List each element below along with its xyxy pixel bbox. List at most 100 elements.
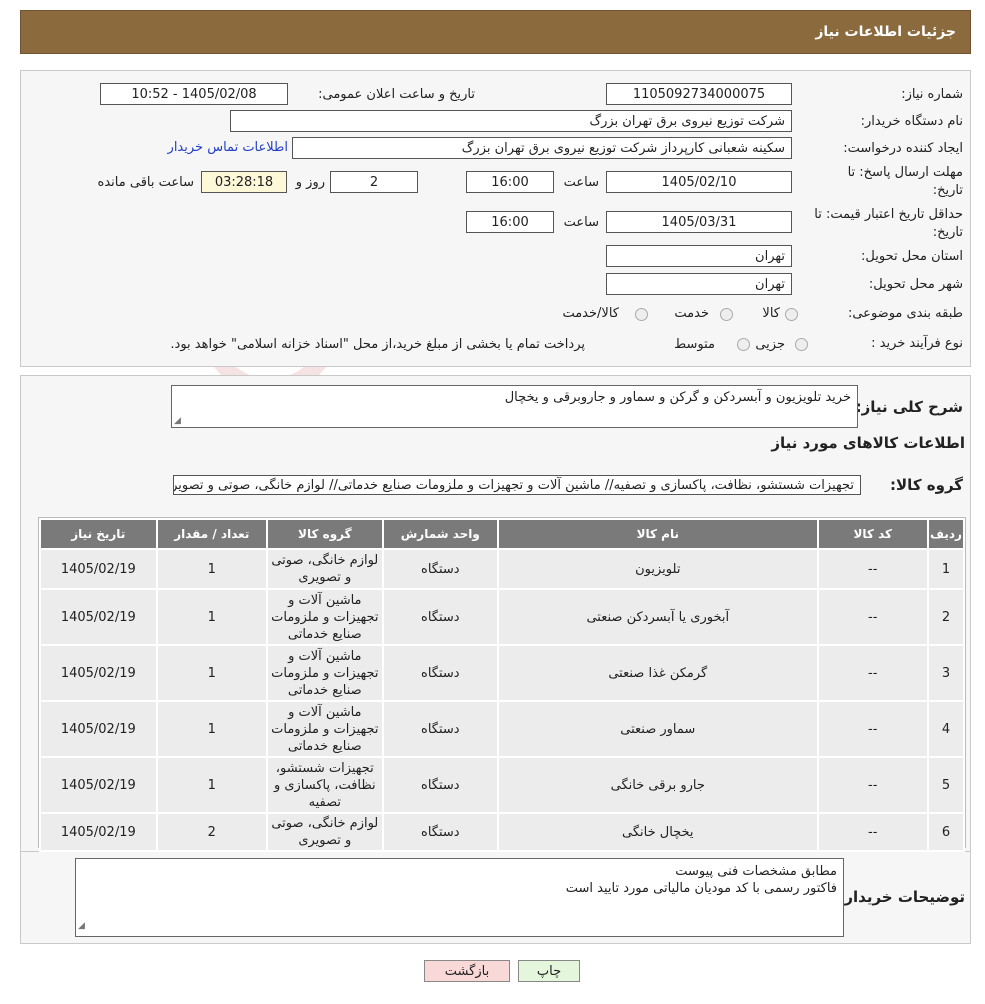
deadline-time-field: 16:00 [466, 171, 554, 193]
item-name: جارو برقی خانگی [499, 758, 817, 812]
price-validity-label-date: تاریخ: [932, 225, 963, 240]
table-row: 4 -- سماور صنعتی دستگاه ماشین آلات و تجه… [41, 702, 963, 756]
item-name: سماور صنعتی [499, 702, 817, 756]
buyer-org-field: شرکت توزیع نیروی برق تهران بزرگ [230, 110, 792, 132]
buyer-notes-textarea[interactable]: مطابق مشخصات فنی پیوست فاکتور رسمی با کد… [75, 858, 844, 937]
city-label: شهر محل تحویل: [868, 277, 963, 292]
row-number: 2 [928, 590, 963, 644]
goods-info-title: اطلاعات کالاهای مورد نیاز [771, 434, 965, 452]
validity-date-field: 1405/03/31 [606, 211, 792, 233]
item-unit: دستگاه [383, 646, 498, 700]
item-name: گرمکن غذا صنعتی [499, 646, 817, 700]
goods-group-field: تجهیزات شستشو، نظافت، پاکسازی و تصفیه// … [173, 475, 861, 495]
col-unit-header: واحد شمارش [383, 520, 498, 548]
table-row: 1 -- تلویزیون دستگاه لوازم خانگی، صوتی و… [41, 550, 963, 588]
item-unit: دستگاه [383, 550, 498, 588]
item-unit: دستگاه [383, 702, 498, 756]
item-code: -- [818, 590, 927, 644]
table-row: 2 -- آبخوری یا آبسردکن صنعتی دستگاه ماشی… [41, 590, 963, 644]
announce-label: تاریخ و ساعت اعلان عمومی: [318, 87, 475, 102]
back-button[interactable]: بازگشت [424, 960, 510, 982]
buyer-contact-link[interactable]: اطلاعات تماس خریدار [168, 140, 288, 155]
col-date-header: تاریخ نیاز [41, 520, 156, 548]
col-group-header: گروه کالا [268, 520, 382, 548]
item-group: لوازم خانگی، صوتی و تصویری [268, 550, 382, 588]
summary-label: شرح کلی نیاز: [855, 398, 963, 416]
summary-text: خرید تلویزیون و آبسردکن و گرکن و سماور و… [504, 390, 851, 405]
buyer-notes-line-2: فاکتور رسمی با کد مودیان مالیاتی مورد تا… [565, 881, 837, 896]
item-need-date: 1405/02/19 [41, 646, 156, 700]
item-group: ماشین آلات و تجهیزات و ملزومات صنایع خدم… [268, 702, 382, 756]
item-need-date: 1405/02/19 [41, 814, 156, 850]
process-medium-radio[interactable] [737, 338, 750, 351]
remaining-time-label: ساعت باقی مانده [97, 175, 194, 190]
item-code: -- [818, 646, 927, 700]
item-group: لوازم خانگی، صوتی و تصویری [268, 814, 382, 850]
category-service-label: خدمت [674, 306, 709, 321]
category-goods-service-radio[interactable] [635, 308, 648, 321]
announce-datetime-field: 1405/02/08 - 10:52 [100, 83, 288, 105]
process-minor-radio[interactable] [795, 338, 808, 351]
row-number: 5 [928, 758, 963, 812]
process-minor-label: جزیی [755, 337, 785, 352]
row-number: 4 [928, 702, 963, 756]
category-service-radio[interactable] [720, 308, 733, 321]
print-button[interactable]: چاپ [518, 960, 580, 982]
province-field: تهران [606, 245, 792, 267]
item-group: تجهیزات شستشو، نظافت، پاکسازی و تصفیه [268, 758, 382, 812]
col-qty-header: تعداد / مقدار [157, 520, 267, 548]
remaining-time-field: 03:28:18 [201, 171, 287, 193]
buyer-org-label: نام دستگاه خریدار: [860, 114, 963, 129]
resize-grip-icon[interactable]: ◢ [174, 416, 181, 426]
items-table-wrapper: ردیف کد کالا نام کالا واحد شمارش گروه کا… [38, 517, 966, 852]
process-medium-label: متوسط [674, 337, 715, 352]
buyer-notes-label: توضیحات خریدار: [838, 888, 965, 906]
item-group: ماشین آلات و تجهیزات و ملزومات صنایع خدم… [268, 646, 382, 700]
items-table: ردیف کد کالا نام کالا واحد شمارش گروه کا… [39, 518, 965, 852]
deadline-time-label: ساعت [563, 175, 599, 190]
item-name: تلویزیون [499, 550, 817, 588]
table-header-row: ردیف کد کالا نام کالا واحد شمارش گروه کا… [41, 520, 963, 548]
col-name-header: نام کالا [499, 520, 817, 548]
category-goods-service-label: کالا/خدمت [562, 306, 619, 321]
page-header: جزئیات اطلاعات نیاز [20, 10, 971, 54]
item-unit: دستگاه [383, 590, 498, 644]
item-name: آبخوری یا آبسردکن صنعتی [499, 590, 817, 644]
category-goods-radio[interactable] [785, 308, 798, 321]
deadline-label: مهلت ارسال پاسخ: تا [847, 165, 963, 180]
item-need-date: 1405/02/19 [41, 550, 156, 588]
item-quantity: 1 [157, 646, 267, 700]
item-quantity: 1 [157, 702, 267, 756]
row-number: 6 [928, 814, 963, 850]
table-row: 5 -- جارو برقی خانگی دستگاه تجهیزات شستش… [41, 758, 963, 812]
price-validity-label: حداقل تاریخ اعتبار قیمت: تا [814, 207, 963, 222]
item-unit: دستگاه [383, 758, 498, 812]
item-quantity: 2 [157, 814, 267, 850]
creator-field: سکینه شعبانی کارپرداز شرکت توزیع نیروی ب… [292, 137, 792, 159]
page-title: جزئیات اطلاعات نیاز [815, 24, 956, 40]
item-code: -- [818, 758, 927, 812]
buyer-notes-line-1: مطابق مشخصات فنی پیوست [675, 864, 837, 879]
item-need-date: 1405/02/19 [41, 702, 156, 756]
resize-grip-icon[interactable]: ◢ [78, 918, 85, 935]
item-quantity: 1 [157, 758, 267, 812]
city-field: تهران [606, 273, 792, 295]
item-need-date: 1405/02/19 [41, 590, 156, 644]
need-number-label: شماره نیاز: [901, 87, 963, 102]
need-number-field: 1105092734000075 [606, 83, 792, 105]
item-code: -- [818, 702, 927, 756]
process-treasury-note: پرداخت تمام یا بخشی از مبلغ خرید،از محل … [170, 337, 585, 352]
category-label: طبقه بندی موضوعی: [847, 306, 963, 321]
item-code: -- [818, 550, 927, 588]
creator-label: ایجاد کننده درخواست: [843, 141, 963, 156]
item-unit: دستگاه [383, 814, 498, 850]
deadline-date-field: 1405/02/10 [606, 171, 792, 193]
days-label: روز و [295, 175, 325, 190]
summary-textarea[interactable]: خرید تلویزیون و آبسردکن و گرکن و سماور و… [171, 385, 858, 428]
item-name: یخچال خانگی [499, 814, 817, 850]
item-quantity: 1 [157, 550, 267, 588]
item-quantity: 1 [157, 590, 267, 644]
col-row-header: ردیف [928, 520, 963, 548]
item-group: ماشین آلات و تجهیزات و ملزومات صنایع خدم… [268, 590, 382, 644]
item-need-date: 1405/02/19 [41, 758, 156, 812]
